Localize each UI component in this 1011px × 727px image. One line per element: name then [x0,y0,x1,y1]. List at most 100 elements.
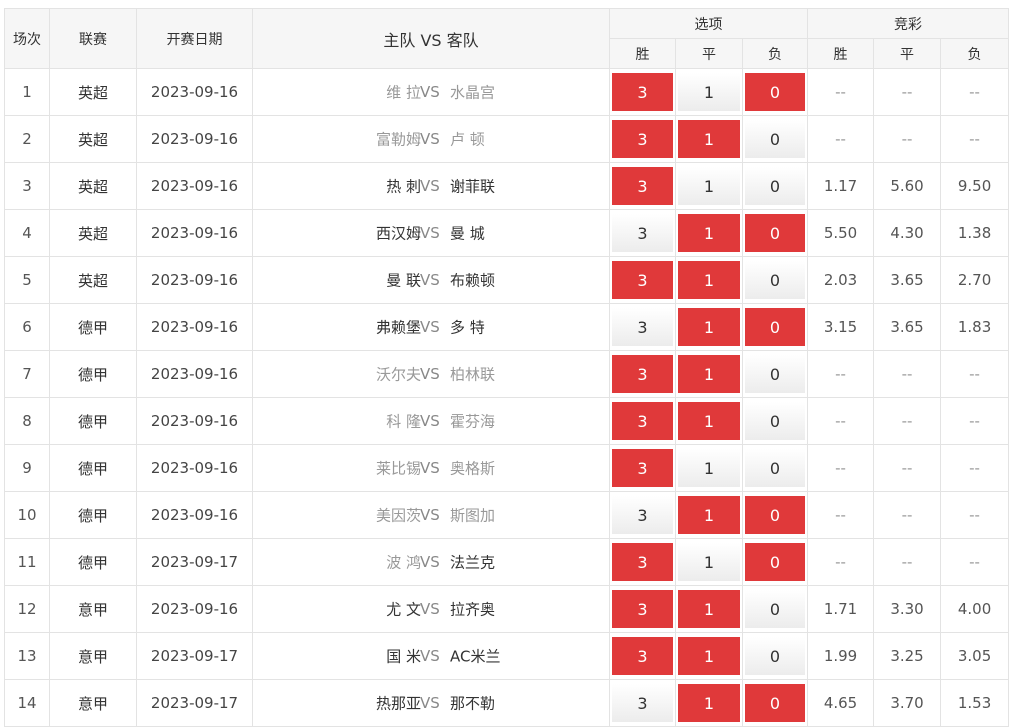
option-draw-button[interactable]: 1 [678,355,740,393]
option-cell-lose: 0 [741,444,809,492]
odds-win: 1.17 [807,162,875,210]
odds-draw: 5.60 [873,162,942,210]
teams-cell: 莱比锡 VS 奥格斯 [252,444,610,492]
away-team: 奥格斯 [450,459,496,478]
table-row: 5 英超 2023-09-16 曼 联 VS 布赖顿 3 1 0 2.03 3.65 2… [4,256,1010,304]
option-lose-button[interactable]: 0 [745,543,806,581]
odds-draw: -- [873,68,942,116]
option-lose-button[interactable]: 0 [745,402,806,440]
option-cell-draw: 1 [675,350,743,398]
teams-cell: 维 拉 VS 水晶宫 [252,68,610,116]
option-lose-button[interactable]: 0 [745,449,806,487]
option-draw-button[interactable]: 1 [678,449,740,487]
odds-lose: 1.38 [940,209,1010,257]
option-lose-button[interactable]: 0 [745,496,806,534]
match-table: 场次 联赛 开赛日期 主队 VS 客队 选项 竞彩 胜 平 负 胜 平 负 1英… [4,8,1010,727]
match-date: 2023-09-16 [136,350,253,398]
vs-label: VS [420,224,440,242]
option-draw-button[interactable]: 1 [678,496,740,534]
round-number: 8 [4,397,50,445]
option-lose-button[interactable]: 0 [745,214,806,252]
option-cell-lose: 0 [741,115,809,163]
option-lose-button[interactable]: 0 [745,637,806,675]
vs-label: VS [420,177,440,195]
option-draw-button[interactable]: 1 [678,684,740,722]
option-draw-button[interactable]: 1 [678,73,740,111]
away-team: 柏林联 [450,365,496,384]
round-number: 9 [4,444,50,492]
option-draw-button[interactable]: 1 [678,261,740,299]
option-lose-button[interactable]: 0 [745,684,806,722]
option-win-button[interactable]: 3 [612,261,673,299]
vs-label: VS [420,318,440,336]
option-win-button[interactable]: 3 [612,637,673,675]
option-win-button[interactable]: 3 [612,543,673,581]
option-win-button[interactable]: 3 [612,402,673,440]
header-option-draw: 平 [675,38,743,69]
option-cell-win: 3 [609,538,676,586]
teams-cell: 西汉姆 VS 曼 城 [252,209,610,257]
teams-cell: 国 米 VS AC米兰 [252,632,610,680]
league-name: 英超 [49,209,137,257]
header-round: 场次 [4,8,50,69]
vs-label: VS [420,694,440,712]
teams-cell: 科 隆 VS 霍芬海 [252,397,610,445]
away-team: AC米兰 [450,647,501,666]
option-win-button[interactable]: 3 [612,449,673,487]
round-number: 14 [4,679,50,727]
option-lose-button[interactable]: 0 [745,261,806,299]
league-name: 德甲 [49,397,137,445]
option-cell-win: 3 [609,303,676,351]
option-cell-lose: 0 [741,491,809,539]
option-draw-button[interactable]: 1 [678,308,740,346]
league-name: 德甲 [49,538,137,586]
option-draw-button[interactable]: 1 [678,214,740,252]
option-win-button[interactable]: 3 [612,167,673,205]
option-win-button[interactable]: 3 [612,684,673,722]
odds-lose: -- [940,68,1010,116]
league-name: 英超 [49,115,137,163]
option-win-button[interactable]: 3 [612,496,673,534]
match-date: 2023-09-16 [136,444,253,492]
match-date: 2023-09-16 [136,162,253,210]
round-number: 10 [4,491,50,539]
option-win-button[interactable]: 3 [612,308,673,346]
option-cell-draw: 1 [675,303,743,351]
odds-lose: 9.50 [940,162,1010,210]
round-number: 7 [4,350,50,398]
option-lose-button[interactable]: 0 [745,308,806,346]
option-lose-button[interactable]: 0 [745,590,806,628]
home-team: 国 米 [386,647,421,666]
option-win-button[interactable]: 3 [612,73,673,111]
option-draw-button[interactable]: 1 [678,167,740,205]
option-cell-lose: 0 [741,397,809,445]
option-win-button[interactable]: 3 [612,214,673,252]
option-draw-button[interactable]: 1 [678,402,740,440]
away-team: 法兰克 [450,553,496,572]
round-number: 13 [4,632,50,680]
table-row: 1 英超 2023-09-16 维 拉 VS 水晶宫 3 1 0 -- -- -- [4,68,1010,116]
option-draw-button[interactable]: 1 [678,543,740,581]
option-win-button[interactable]: 3 [612,590,673,628]
header-teams: 主队 VS 客队 [252,8,610,69]
option-lose-button[interactable]: 0 [745,120,806,158]
option-draw-button[interactable]: 1 [678,120,740,158]
match-date: 2023-09-16 [136,491,253,539]
option-lose-button[interactable]: 0 [745,355,806,393]
home-team: 富勒姆 [375,130,421,149]
option-win-button[interactable]: 3 [612,355,673,393]
header-league: 联赛 [49,8,137,69]
option-draw-button[interactable]: 1 [678,637,740,675]
home-team: 美因茨 [375,506,421,525]
match-date: 2023-09-17 [136,679,253,727]
option-draw-button[interactable]: 1 [678,590,740,628]
odds-win: 1.71 [807,585,875,633]
header-odds-win: 胜 [807,38,875,69]
vs-label: VS [420,83,440,101]
option-lose-button[interactable]: 0 [745,73,806,111]
teams-cell: 弗赖堡 VS 多 特 [252,303,610,351]
match-rows: 1 英超 2023-09-16 维 拉 VS 水晶宫 3 1 0 -- -- -- 2 英超… [4,68,1010,727]
odds-draw: -- [873,350,942,398]
option-win-button[interactable]: 3 [612,120,673,158]
option-lose-button[interactable]: 0 [745,167,806,205]
